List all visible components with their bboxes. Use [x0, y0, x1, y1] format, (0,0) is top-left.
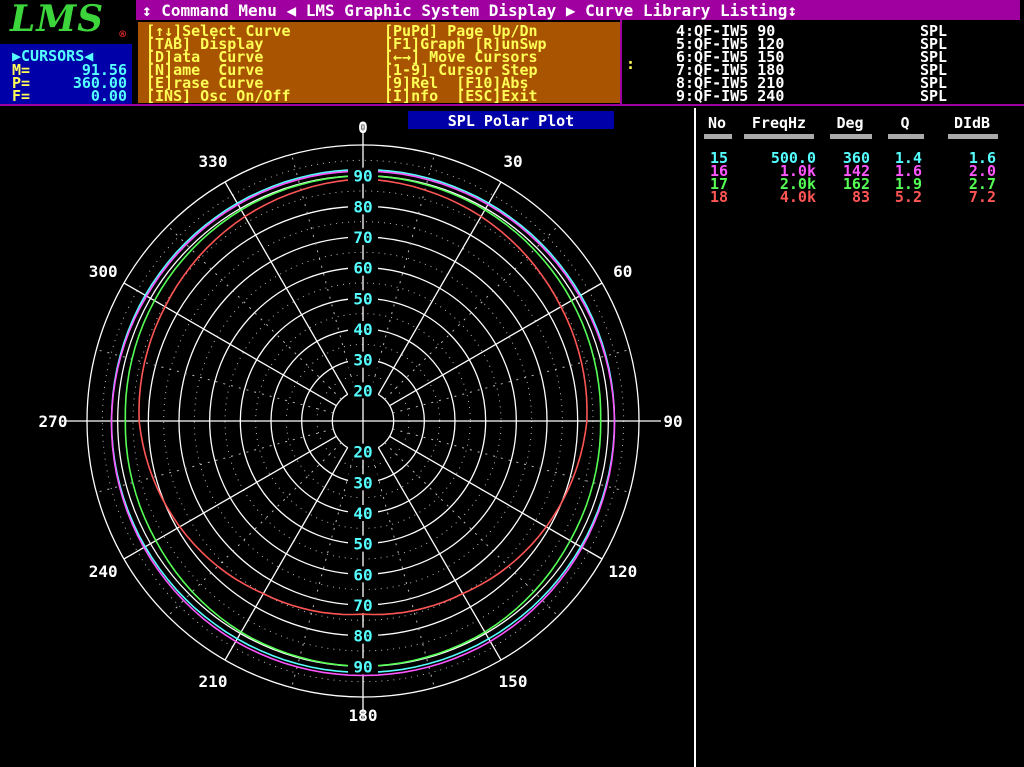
- radial-tick-label: 80: [353, 197, 372, 216]
- command-menu: [↑↓]Select Curve [TAB] Display [D]ata Cu…: [138, 22, 620, 103]
- curve-data-table: No FreqHz Deg Q DIdB 15 500.0 360 1.4 1.6 16 1…: [698, 108, 1024, 767]
- angle-label: 30: [503, 152, 522, 171]
- table-cell-no: 18: [709, 188, 728, 206]
- title-bar-text: ↕ Command Menu ◀ LMS Graphic System Disp…: [142, 1, 798, 20]
- lms-logo: LMS ®: [0, 0, 132, 43]
- angle-label: 0: [358, 118, 368, 137]
- menu-item-info-exit[interactable]: [I]nfo [ESC]Exit: [384, 89, 538, 103]
- table-cell-di: 7.2: [968, 188, 996, 206]
- col-underline: [830, 134, 872, 139]
- cursor-readout-panel: ▶CURSORS◀ M= 91.56 P= 360.00 F= 0.00: [0, 44, 132, 104]
- angle-label: 90: [663, 412, 682, 431]
- radial-tick-label: 90: [353, 657, 372, 676]
- polar-plot-panel: 20 20 30 30 40 40 50 50 60 60 70 70 80 80 90 90 0 30 60 90 1…: [0, 108, 696, 767]
- grid-spoke: [224, 181, 349, 395]
- radial-tick-label: 90: [353, 167, 372, 186]
- cursor-value: 0.00: [90, 87, 127, 105]
- angle-label: 60: [613, 262, 632, 281]
- radial-tick-label: 30: [353, 351, 372, 370]
- radial-tick-label: 50: [353, 535, 372, 554]
- table-cell-deg: 83: [851, 188, 870, 206]
- cursor-frequency-row: F= 0.00: [12, 87, 127, 105]
- grid-spoke: [123, 282, 337, 407]
- col-header-deg: Deg: [836, 114, 864, 132]
- angle-label: 300: [89, 262, 118, 281]
- col-header-freq: FreqHz: [751, 114, 807, 132]
- registered-mark: ®: [119, 28, 126, 41]
- header-separator: [0, 104, 1024, 106]
- radial-tick-label: 20: [353, 381, 372, 400]
- col-header-no: No: [707, 114, 727, 132]
- menu-item-osc-toggle[interactable]: [INS] Osc On/Off: [146, 89, 291, 103]
- grid-spoke: [377, 181, 502, 395]
- grid-spoke: [389, 282, 603, 407]
- col-header-di: DIdB: [953, 114, 991, 132]
- radial-tick-label: 70: [353, 228, 372, 247]
- angle-label: 150: [499, 672, 528, 691]
- radial-tick-label: 60: [353, 565, 372, 584]
- col-underline: [948, 134, 998, 139]
- radial-tick-label: 40: [353, 320, 372, 339]
- chart-title-box: SPL Polar Plot: [408, 111, 614, 130]
- table-cell-freq: 4.0k: [779, 188, 816, 206]
- angle-label: 210: [199, 672, 228, 691]
- radial-tick-label: 20: [353, 443, 372, 462]
- col-underline: [888, 134, 924, 139]
- col-header-q: Q: [900, 114, 910, 132]
- angle-label: 240: [89, 562, 118, 581]
- col-underline: [744, 134, 814, 139]
- curve-library-listing: : 4:QF-IW5 90 SPL 5:QF-IW5 120 SPL 6:QF-…: [624, 22, 1020, 103]
- col-underline: [704, 134, 732, 139]
- radial-tick-label: 70: [353, 596, 372, 615]
- radial-tick-label: 50: [353, 289, 372, 308]
- angle-label: 270: [39, 412, 68, 431]
- radial-tick-label: 30: [353, 473, 372, 492]
- radial-tick-label: 60: [353, 259, 372, 278]
- library-item-type: SPL: [920, 87, 948, 105]
- grid-spoke: [224, 447, 349, 661]
- chart-title: SPL Polar Plot: [447, 112, 575, 130]
- spl-polar-chart: 20 20 30 30 40 40 50 50 60 60 70 70 80 80 90 90 0 30 60 90 1…: [39, 118, 683, 725]
- angle-label: 120: [608, 562, 637, 581]
- angle-label: 180: [349, 706, 378, 725]
- menu-separator: [620, 20, 622, 104]
- library-item-id[interactable]: 9:QF-IW5 240: [676, 89, 784, 103]
- library-scroll-marker: :: [626, 55, 636, 73]
- grid-spoke: [377, 447, 502, 661]
- logo-text: LMS: [10, 0, 105, 40]
- table-cell-q: 5.2: [894, 188, 922, 206]
- radial-tick-label: 80: [353, 627, 372, 646]
- angle-label: 330: [199, 152, 228, 171]
- radial-tick-label: 40: [353, 504, 372, 523]
- title-bar: ↕ Command Menu ◀ LMS Graphic System Disp…: [136, 0, 1020, 20]
- cursor-key: F=: [12, 87, 31, 105]
